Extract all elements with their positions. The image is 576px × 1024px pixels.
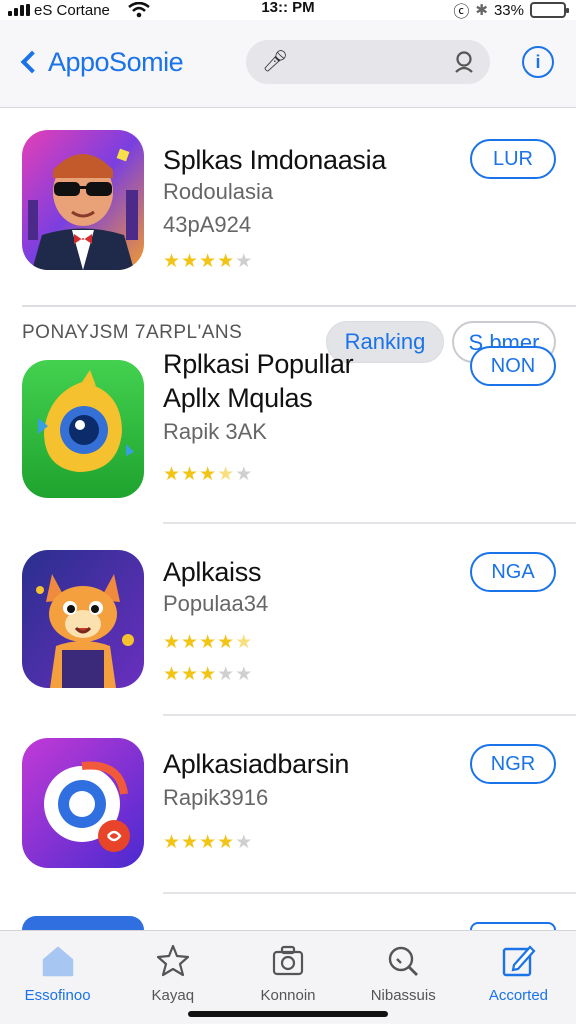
search-icon[interactable] xyxy=(452,50,476,74)
edit-icon xyxy=(503,945,536,977)
app-subtitle-1: Rapik 3AK xyxy=(163,419,267,444)
home-icon xyxy=(42,946,73,977)
star-icon: ★ xyxy=(217,464,236,485)
battery-percent: 33% xyxy=(493,1,524,19)
tab-label: Accorted xyxy=(488,987,549,1004)
app-rating-2-secondary: ★★★★★ xyxy=(163,664,253,686)
get-button-1[interactable]: NON xyxy=(470,346,556,386)
search-input[interactable] xyxy=(296,46,436,78)
app-subtitle-3: Rapik3916 xyxy=(163,785,269,810)
get-button-2[interactable]: NGA xyxy=(470,552,556,592)
voice-icon: 🎤︎ xyxy=(262,50,289,73)
app-row-3[interactable]: Aplkasiadbarsin Rapik3916 ★★★★★ NGR xyxy=(0,716,576,896)
star-icon: ★ xyxy=(235,832,254,853)
star-icon: ★ xyxy=(199,664,218,685)
featured-app-name: Splkas Imdonaasia xyxy=(163,145,387,175)
status-bar: eS Cortane 13:: PM ⓒ ✱ 33% xyxy=(0,0,576,21)
star-icon: ★ xyxy=(217,664,236,685)
star-icon: ★ xyxy=(163,832,182,853)
status-right: ⓒ ✱ 33% xyxy=(453,0,569,21)
app-name-2: Aplkaiss xyxy=(163,557,262,587)
eye-creature-icon xyxy=(22,360,144,498)
featured-app-row[interactable]: Splkas Imdonaasia Rodoulasia 43pA924 ★★★… xyxy=(0,108,576,363)
star-icon: ★ xyxy=(235,632,254,653)
star-icon: ★ xyxy=(199,251,218,272)
app-icon-2 xyxy=(22,550,144,688)
orientation-lock-icon: ⓒ xyxy=(453,4,470,21)
star-icon: ★ xyxy=(217,632,236,653)
app-row-2[interactable]: Aplkaiss Populaa34 ★★★★★ ★★★★★ NGA xyxy=(0,524,576,716)
tab-label: Essofinoo xyxy=(24,987,91,1004)
app-row-1[interactable]: Rplkasi Popullar Apllx Mqulas Rapik 3AK … xyxy=(0,340,576,524)
star-icon: ★ xyxy=(199,632,218,653)
app-icon-1 xyxy=(22,360,144,498)
app-name-1-line1: Rplkasi Popullar xyxy=(163,349,354,379)
search-icon xyxy=(389,946,419,976)
featured-rating-stars: ★★★★★ xyxy=(163,251,253,273)
home-indicator xyxy=(188,1011,388,1017)
info-icon[interactable]: i xyxy=(522,46,554,78)
app-subtitle-2: Populaa34 xyxy=(163,591,269,616)
chevron-left-icon xyxy=(20,50,44,74)
tab-account[interactable]: Accorted xyxy=(461,931,576,1024)
tab-home[interactable]: Essofinoo xyxy=(0,931,115,1024)
ring-logo-icon xyxy=(22,738,144,868)
star-icon: ★ xyxy=(235,464,254,485)
star-icon: ★ xyxy=(163,251,182,272)
star-icon: ★ xyxy=(181,464,200,485)
app-icon-3 xyxy=(22,738,144,868)
star-icon: ★ xyxy=(163,664,182,685)
tab-bar: Essofinoo Kayaq Konnoin Nibassuis Accort… xyxy=(0,930,576,1024)
avatar-illustration xyxy=(22,130,144,270)
app-name-3: Aplkasiadbarsin xyxy=(163,749,350,779)
tab-label: Konnoin xyxy=(260,987,316,1004)
star-icon: ★ xyxy=(199,832,218,853)
app-rating-3: ★★★★★ xyxy=(163,832,253,854)
featured-app-subtitle: Rodoulasia xyxy=(163,179,274,204)
row-divider xyxy=(163,892,576,894)
featured-get-button[interactable]: LUR xyxy=(470,139,556,179)
star-icon: ★ xyxy=(163,464,182,485)
camera-icon xyxy=(272,945,304,976)
battery-icon xyxy=(530,2,569,18)
search-bar[interactable]: 🎤︎ xyxy=(246,40,490,84)
navigation-bar: AppoSomie 🎤︎ i xyxy=(0,20,576,108)
star-icon: ★ xyxy=(217,832,236,853)
star-icon: ★ xyxy=(181,632,200,653)
star-icon: ★ xyxy=(235,251,254,272)
star-icon: ★ xyxy=(181,832,200,853)
app-rating-1: ★★★★★ xyxy=(163,464,253,486)
tab-label: Nibassuis xyxy=(370,987,436,1004)
back-button[interactable]: AppoSomie xyxy=(14,42,184,82)
tab-label: Kayaq xyxy=(151,987,195,1004)
app-row-4-partial xyxy=(22,916,144,930)
fox-character-icon xyxy=(22,550,144,688)
star-icon: ★ xyxy=(163,632,182,653)
get-button-4-partial xyxy=(470,922,556,930)
app-name-1-line2: Apllx Mqulas xyxy=(163,383,313,413)
star-icon: ★ xyxy=(199,464,218,485)
star-icon: ★ xyxy=(217,251,236,272)
back-label: AppoSomie xyxy=(48,46,184,77)
star-icon xyxy=(156,944,189,977)
bluetooth-icon: ✱ xyxy=(475,2,488,19)
section-divider xyxy=(22,305,576,307)
star-icon: ★ xyxy=(235,664,254,685)
featured-app-icon xyxy=(22,130,144,270)
app-rating-2: ★★★★★ xyxy=(163,632,253,654)
star-icon: ★ xyxy=(181,664,200,685)
get-button-3[interactable]: NGR xyxy=(470,744,556,784)
featured-app-meta: 43pA924 xyxy=(163,212,252,237)
star-icon: ★ xyxy=(181,251,200,272)
